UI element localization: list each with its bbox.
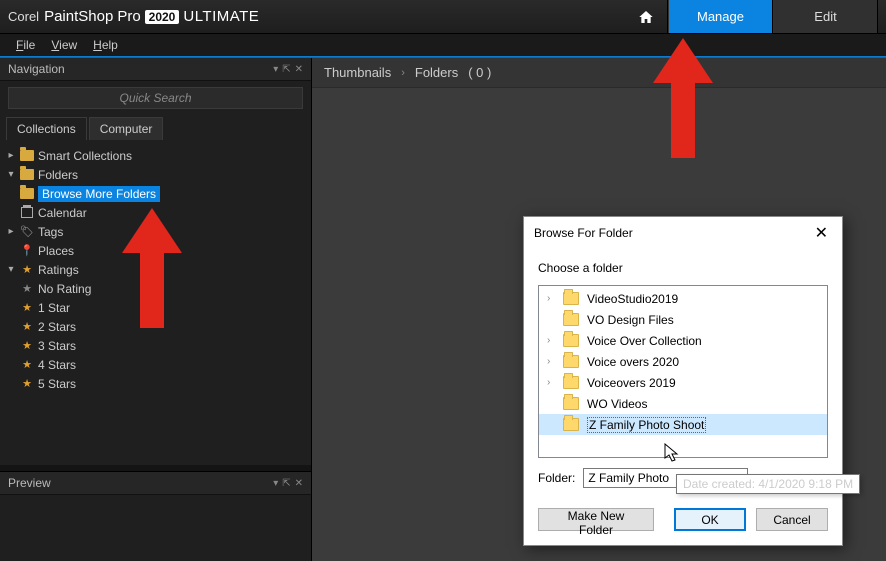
- preview-header[interactable]: Preview ▾ ⇱ ✕: [0, 472, 311, 495]
- folder-icon: [20, 169, 34, 180]
- folder-row[interactable]: ›Voice Over Collection: [539, 330, 827, 351]
- cursor-icon: [664, 443, 680, 463]
- star-icon: ★: [20, 301, 34, 314]
- star-icon: ★: [20, 339, 34, 352]
- breadcrumb-folders[interactable]: Folders: [415, 65, 458, 80]
- folder-row[interactable]: ›VideoStudio2019: [539, 288, 827, 309]
- panel-close-icon[interactable]: ✕: [295, 64, 303, 75]
- folder-icon: [20, 150, 34, 161]
- annotation-arrow-top: [653, 38, 713, 158]
- app-brand: Corel PaintShop Pro 2020 ULTIMATE: [8, 8, 259, 25]
- cancel-button[interactable]: Cancel: [756, 508, 828, 531]
- panel-pin-icon[interactable]: ⇱: [282, 478, 290, 489]
- annotation-arrow-left: [122, 208, 182, 328]
- dialog-title-bar[interactable]: Browse For Folder ✕: [524, 217, 842, 249]
- brand-edition: ULTIMATE: [183, 8, 259, 25]
- folder-row[interactable]: ›Voice overs 2020: [539, 351, 827, 372]
- brand-pro: Pro: [117, 8, 140, 25]
- home-button[interactable]: [624, 0, 668, 33]
- folder-row[interactable]: VO Design Files: [539, 309, 827, 330]
- tree-5-stars[interactable]: ★5 Stars: [2, 374, 309, 393]
- title-bar: Corel PaintShop Pro 2020 ULTIMATE Manage…: [0, 0, 886, 34]
- quick-search-input[interactable]: Quick Search: [8, 87, 303, 109]
- menu-file[interactable]: File: [10, 36, 41, 54]
- tab-manage[interactable]: Manage: [668, 0, 773, 33]
- folder-icon: [563, 313, 579, 326]
- panel-menu-icon[interactable]: ▾: [273, 478, 278, 489]
- star-icon: ★: [20, 282, 34, 295]
- star-icon: ★: [20, 358, 34, 371]
- folder-icon: [563, 355, 579, 368]
- tab-edit[interactable]: Edit: [773, 0, 878, 33]
- folder-tree[interactable]: ›VideoStudio2019 VO Design Files ›Voice …: [538, 285, 828, 458]
- pin-icon: 📍: [20, 244, 34, 257]
- tree-3-stars[interactable]: ★3 Stars: [2, 336, 309, 355]
- panel-menu-icon[interactable]: ▾: [273, 64, 278, 75]
- brand-corel: Corel: [8, 9, 39, 24]
- tree-folders[interactable]: ▾Folders: [2, 165, 309, 184]
- dialog-title: Browse For Folder: [534, 226, 633, 240]
- menu-bar: File View Help: [0, 34, 886, 56]
- tab-computer[interactable]: Computer: [89, 117, 164, 140]
- menu-view[interactable]: View: [45, 36, 83, 54]
- menu-help[interactable]: Help: [87, 36, 124, 54]
- preview-panel: Preview ▾ ⇱ ✕: [0, 471, 311, 561]
- folder-icon: [563, 376, 579, 389]
- folder-row[interactable]: WO Videos: [539, 393, 827, 414]
- dialog-instruction: Choose a folder: [538, 261, 828, 275]
- star-icon: ★: [20, 263, 34, 276]
- nav-subtabs: Collections Computer: [0, 117, 311, 140]
- panel-close-icon[interactable]: ✕: [295, 478, 303, 489]
- tree-smart-collections[interactable]: ▸Smart Collections: [2, 146, 309, 165]
- breadcrumb: Thumbnails › Folders ( 0 ): [312, 58, 886, 88]
- tab-collections[interactable]: Collections: [6, 117, 87, 140]
- folder-icon: [20, 188, 34, 199]
- workspace-tabs: Manage Edit: [624, 0, 878, 33]
- calendar-icon: [21, 207, 33, 218]
- folder-icon: [563, 334, 579, 347]
- date-created-tooltip: Date created: 4/1/2020 9:18 PM: [676, 474, 860, 494]
- folder-icon: [563, 418, 579, 431]
- star-icon: ★: [20, 377, 34, 390]
- tag-icon: 🏷: [20, 225, 34, 238]
- make-new-folder-button[interactable]: Make New Folder: [538, 508, 654, 531]
- folder-row[interactable]: ›Voiceovers 2019: [539, 372, 827, 393]
- star-icon: ★: [20, 320, 34, 333]
- tree-browse-more-folders[interactable]: Browse More Folders: [2, 184, 309, 203]
- folder-row-selected[interactable]: Z Family Photo Shoot: [539, 414, 827, 435]
- navigation-header[interactable]: Navigation ▾ ⇱ ✕: [0, 58, 311, 81]
- dialog-close-button[interactable]: ✕: [811, 223, 832, 243]
- folder-icon: [563, 292, 579, 305]
- brand-name: PaintShop: [44, 8, 113, 25]
- folder-label: Folder:: [538, 471, 575, 485]
- breadcrumb-thumbnails[interactable]: Thumbnails: [324, 65, 391, 80]
- navigation-title: Navigation: [8, 62, 65, 76]
- home-icon: [638, 9, 654, 25]
- folder-icon: [563, 397, 579, 410]
- browse-for-folder-dialog: Browse For Folder ✕ Choose a folder ›Vid…: [523, 216, 843, 546]
- breadcrumb-count: ( 0 ): [468, 65, 491, 80]
- preview-title: Preview: [8, 476, 51, 490]
- panel-pin-icon[interactable]: ⇱: [282, 64, 290, 75]
- ok-button[interactable]: OK: [674, 508, 746, 531]
- brand-year: 2020: [145, 10, 180, 24]
- tree-4-stars[interactable]: ★4 Stars: [2, 355, 309, 374]
- chevron-right-icon: ›: [401, 67, 405, 79]
